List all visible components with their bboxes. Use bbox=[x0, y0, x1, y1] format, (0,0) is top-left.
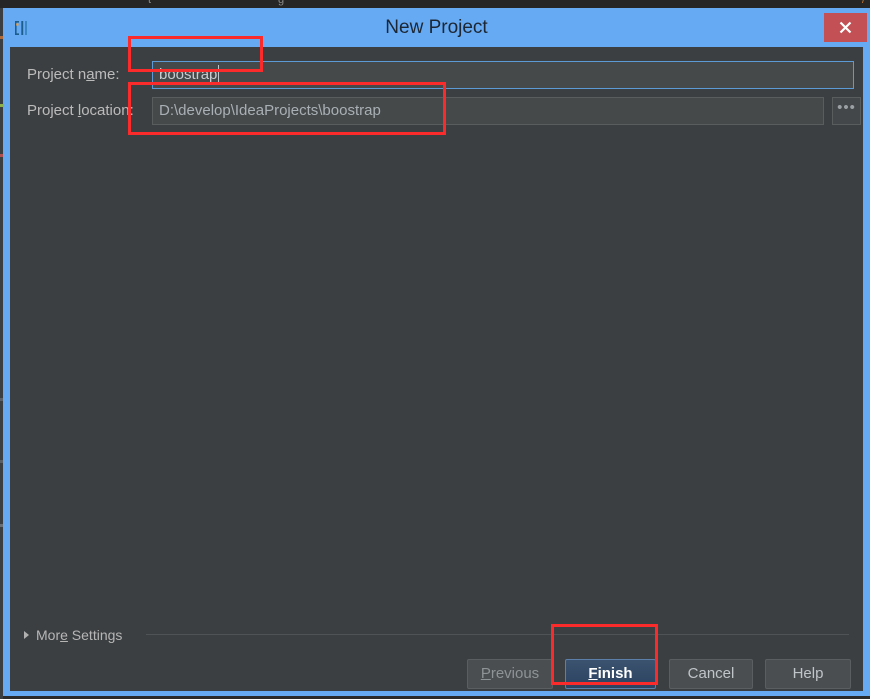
background-window-topbar: t g / bbox=[0, 0, 870, 8]
project-name-input[interactable]: boostrap bbox=[152, 61, 854, 89]
finish-label-post: inish bbox=[597, 665, 633, 682]
more-settings-label: More Settings bbox=[36, 627, 122, 643]
more-settings-label-pre: Mor bbox=[36, 627, 61, 643]
project-location-label-pre: Project bbox=[27, 102, 78, 119]
ellipsis-icon: ••• bbox=[837, 99, 856, 116]
chevron-right-icon bbox=[24, 631, 29, 639]
text-caret bbox=[218, 65, 220, 82]
ghost-text-fragment-2: g bbox=[278, 0, 285, 6]
dialog-titlebar[interactable]: New Project bbox=[3, 8, 870, 47]
browse-folder-button[interactable]: ••• bbox=[832, 97, 861, 125]
project-name-label-mnemonic: a bbox=[86, 66, 95, 83]
close-x-glyph bbox=[839, 21, 852, 34]
finish-button[interactable]: Finish bbox=[565, 659, 656, 689]
project-location-input[interactable]: D:\develop\IdeaProjects\boostrap bbox=[152, 97, 824, 125]
project-name-row: Project name: boostrap bbox=[10, 61, 863, 89]
cancel-button[interactable]: Cancel bbox=[669, 659, 753, 689]
project-name-label-post: me: bbox=[94, 66, 120, 83]
project-location-value: D:\develop\IdeaProjects\boostrap bbox=[159, 102, 381, 119]
help-button[interactable]: Help bbox=[765, 659, 851, 689]
project-name-value: boostrap bbox=[159, 66, 218, 83]
dialog-title: New Project bbox=[385, 17, 488, 38]
previous-label-post: revious bbox=[490, 665, 540, 682]
more-settings-separator bbox=[146, 634, 849, 635]
dialog-button-bar: Previous Finish Cancel Help bbox=[10, 651, 863, 691]
ghost-text-fragment-3: / bbox=[862, 0, 866, 6]
finish-label-mnemonic: F bbox=[588, 665, 598, 682]
close-icon[interactable] bbox=[824, 13, 867, 42]
more-settings-label-post: Settings bbox=[67, 627, 123, 643]
ghost-text-fragment-1: t bbox=[148, 0, 152, 6]
project-location-label: Project location: bbox=[27, 97, 134, 125]
more-settings-toggle[interactable]: More Settings bbox=[24, 625, 122, 645]
previous-label-mnemonic: P bbox=[480, 665, 491, 682]
previous-button[interactable]: Previous bbox=[467, 659, 553, 689]
new-project-dialog: New Project Project name: boostrap Proje… bbox=[3, 8, 870, 696]
project-name-label: Project name: bbox=[27, 61, 120, 89]
project-location-label-post: ocation: bbox=[81, 102, 134, 119]
more-settings-label-mnemonic: e bbox=[60, 627, 68, 643]
project-location-row: Project location: D:\develop\IdeaProject… bbox=[10, 97, 863, 125]
project-name-label-pre: Project n bbox=[27, 66, 87, 83]
dialog-content: Project name: boostrap Project location:… bbox=[10, 47, 863, 691]
